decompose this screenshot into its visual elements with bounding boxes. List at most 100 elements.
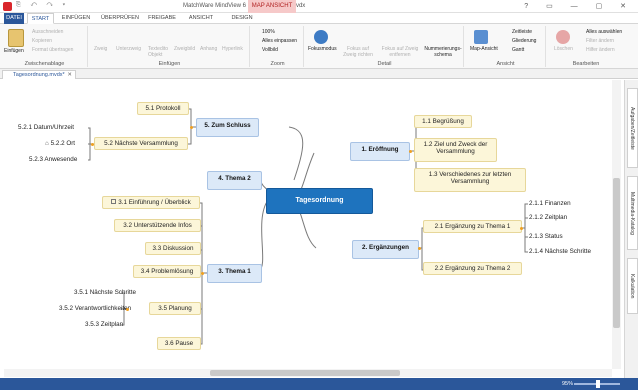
document-tab[interactable]: Tagesordnung.mvdx* ✕	[2, 70, 76, 79]
subtopic-1-2[interactable]: 1.2 Ziel und Zweck der Versammlung	[414, 138, 497, 162]
gantt-button[interactable]: Gantt	[512, 47, 524, 53]
leaf-3-5-3[interactable]: 3.5.3 Zeitplan	[85, 321, 123, 328]
branch-5[interactable]: 5. Zum Schluss	[196, 118, 259, 137]
ribbon-tabs: DATEI START EINFÜGEN ÜBERPRÜFEN FREIGABE…	[0, 13, 638, 24]
zoom-fit-button[interactable]: Alles einpassen	[262, 38, 297, 44]
leaf-5-2-2[interactable]: ⌂ 5.2.2 Ort	[45, 140, 75, 147]
subtopic-1-3-line1: 1.3 Verschiedenes zur letzten	[428, 171, 512, 178]
delete-button[interactable]: Löschen	[554, 46, 573, 52]
group-edit: Löschen Alles auswählen Filter ändern Hi…	[548, 26, 624, 67]
leaf-2-1-3[interactable]: 2.1.3 Status	[529, 233, 563, 240]
group-label-insert: Einfügen	[158, 61, 181, 67]
leaf-2-1-4[interactable]: 2.1.4 Nächste Schritte	[529, 248, 591, 255]
subtopic-5-1[interactable]: 5.1 Protokoll	[137, 102, 189, 115]
branch-button[interactable]: Zweig	[94, 46, 107, 52]
tab-start[interactable]: START	[27, 13, 54, 24]
horizontal-scroll-thumb[interactable]	[210, 370, 400, 376]
branch-handle[interactable]	[409, 150, 412, 153]
ribbon: Einfügen Ausschneiden Kopieren Format üb…	[0, 24, 638, 69]
select-all-button[interactable]: Alles auswählen	[586, 29, 622, 35]
group-zoom: 100% Alles einpassen Vollbild Zoom	[252, 26, 304, 67]
branch-handle[interactable]	[418, 247, 421, 250]
format-painter-button[interactable]: Format übertragen	[32, 47, 73, 53]
paste-icon	[8, 29, 24, 47]
vertical-scroll-thumb[interactable]	[613, 178, 620, 328]
branch-handle[interactable]	[520, 227, 523, 230]
quick-access-toolbar[interactable]: ⎘ ↶ ↷ ▾	[16, 2, 86, 11]
subtopic-3-1[interactable]: 3.1 Einführung / Überblick	[102, 196, 200, 209]
subtopic-3-1-label: 3.1 Einführung / Überblick	[118, 199, 191, 206]
group-label-clipboard: Zwischenablage	[24, 61, 65, 67]
leaf-5-2-2-label: 5.2.2 Ort	[50, 140, 76, 147]
tab-review[interactable]: ÜBERPRÜFEN	[100, 13, 140, 24]
mind-map-canvas[interactable]: Tagesordnung 1. Eröffnung 2. Ergänzungen…	[4, 80, 624, 369]
leaf-5-2-3[interactable]: 5.2.3 Anwesende	[29, 156, 77, 163]
map-view-button[interactable]: Map-Ansicht	[470, 46, 498, 52]
branch-handle[interactable]	[190, 126, 193, 129]
central-topic[interactable]: Tagesordnung	[266, 188, 373, 214]
find-button[interactable]: Hilfer ändern	[586, 47, 615, 53]
focus-remove-button[interactable]: Fokus auf Zweig entfernen	[380, 46, 420, 58]
branch-1[interactable]: 1. Eröffnung	[350, 142, 410, 161]
tab-design[interactable]: DESIGN	[224, 13, 260, 24]
leaf-3-5-1[interactable]: 3.5.1 Nächste Schritte	[74, 289, 136, 296]
branch-image-button[interactable]: Zweigbild	[174, 46, 195, 52]
subtopic-1-2-line1: 1.2 Ziel und Zweck der	[423, 141, 488, 148]
branch-handle[interactable]	[201, 272, 204, 275]
subtopic-3-3[interactable]: 3.3 Diskussion	[145, 242, 201, 255]
app-logo-icon[interactable]	[3, 2, 12, 11]
copy-button[interactable]: Kopieren	[32, 38, 52, 44]
paste-button[interactable]: Einfügen	[4, 48, 24, 54]
attachment-button[interactable]: Anhang	[200, 46, 217, 52]
subbranch-button[interactable]: Unterzweig	[116, 46, 141, 52]
context-tab-map-view: MAP ANSICHT	[248, 0, 296, 13]
numbering-scheme-button[interactable]: Nummerierungs-schema	[424, 46, 462, 58]
tab-share[interactable]: FREIGABE	[144, 13, 180, 24]
group-label-zoom: Zoom	[270, 61, 285, 67]
close-icon[interactable]: ✕	[67, 71, 72, 79]
focus-branch-button[interactable]: Fokus auf Zweig richten	[340, 46, 376, 58]
hyperlink-button[interactable]: Hyperlink	[222, 46, 243, 52]
subtopic-2-2[interactable]: 2.2 Ergänzung zu Thema 2	[423, 262, 522, 275]
branch-3[interactable]: 3. Thema 1	[207, 264, 262, 283]
side-tab-tasks[interactable]: Aufgaben/Zeitleiste	[627, 88, 638, 168]
text-object-button[interactable]: Textedito Objekt	[148, 46, 170, 58]
leaf-3-5-2[interactable]: 3.5.2 Verantwortlichkeiten	[59, 305, 131, 312]
leaf-5-2-1[interactable]: 5.2.1 Datum/Uhrzeit	[18, 124, 74, 131]
outline-button[interactable]: Gliederung	[512, 38, 536, 44]
side-tab-multimedia[interactable]: Multimedia-Katalog	[627, 176, 638, 250]
tab-view[interactable]: ANSICHT	[183, 13, 219, 24]
leaf-2-1-2[interactable]: 2.1.2 Zeitplan	[529, 214, 567, 221]
subtopic-1-3[interactable]: 1.3 Verschiedenes zur letzten Versammlun…	[414, 168, 526, 192]
tab-file[interactable]: DATEI	[4, 13, 24, 24]
branch-4[interactable]: 4. Thema 2	[207, 171, 262, 190]
tab-insert[interactable]: EINFÜGEN	[58, 13, 94, 24]
note-icon	[111, 199, 117, 204]
subtopic-3-6[interactable]: 3.6 Pause	[157, 337, 201, 350]
group-detail: Fokusmodus Fokus auf Zweig richten Fokus…	[306, 26, 464, 67]
vertical-scrollbar[interactable]	[612, 80, 621, 369]
zoom-slider-handle[interactable]	[596, 380, 600, 388]
branch-handle[interactable]	[126, 308, 129, 311]
branch-handle[interactable]	[91, 143, 94, 146]
group-label-view: Ansicht	[496, 61, 515, 67]
filter-button[interactable]: Filter ändern	[586, 38, 614, 44]
zoom-100-button[interactable]: 100%	[262, 29, 275, 35]
cut-button[interactable]: Ausschneiden	[32, 29, 63, 35]
side-tab-calculation[interactable]: Kalkulation	[627, 258, 638, 314]
focus-mode-icon	[314, 30, 328, 44]
leaf-2-1-1[interactable]: 2.1.1 Finanzen	[529, 200, 571, 207]
subtopic-5-2[interactable]: 5.2 Nächste Versammlung	[94, 137, 188, 150]
timeline-button[interactable]: Zeitleiste	[512, 29, 532, 35]
subtopic-1-1[interactable]: 1.1 Begrüßung	[414, 115, 472, 128]
subtopic-2-1[interactable]: 2.1 Ergänzung zu Thema 1	[423, 220, 522, 233]
fullscreen-button[interactable]: Vollbild	[262, 47, 278, 53]
subtopic-3-2[interactable]: 3.2 Unterstützende Infos	[114, 219, 201, 232]
branch-2[interactable]: 2. Ergänzungen	[352, 240, 419, 259]
subtopic-3-5[interactable]: 3.5 Planung	[149, 302, 201, 315]
horizontal-scrollbar[interactable]	[4, 369, 612, 377]
focus-mode-button[interactable]: Fokusmodus	[308, 46, 337, 52]
window-controls[interactable]: ? ▭ — ▢ ✕	[524, 2, 634, 10]
title-bar: ⎘ ↶ ↷ ▾ MatchWare MindView 6 - Tagesordn…	[0, 0, 638, 13]
subtopic-3-4[interactable]: 3.4 Problemlösung	[133, 265, 201, 278]
